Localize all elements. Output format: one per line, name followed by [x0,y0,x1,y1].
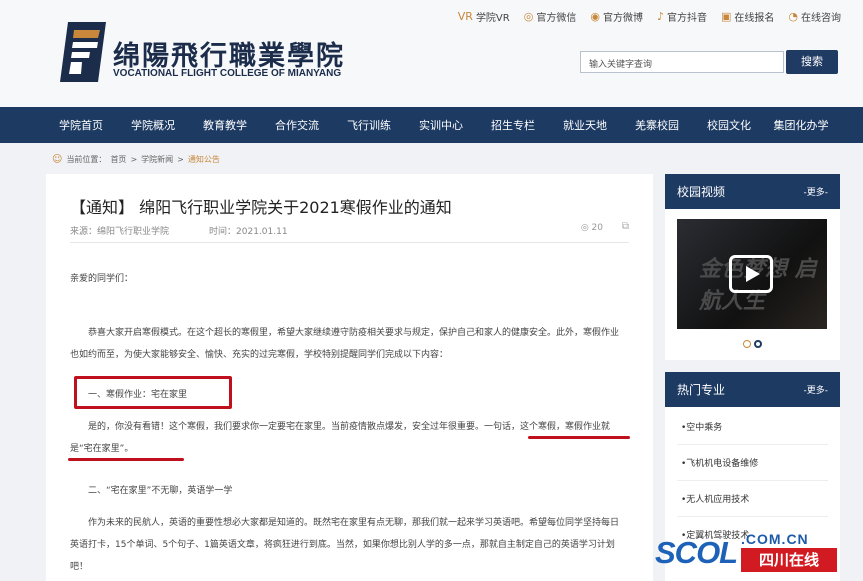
video-panel: 校园视频 -更多- 金色梦想 启航人生 [665,174,840,360]
scol-watermark: .COM.CN SCOL 四川在线 [655,530,855,575]
video-panel-title: 校园视频 [677,185,726,199]
watermark-domain: .COM.CN [741,531,809,547]
highlight-underline [528,436,630,439]
nav-item-cooperation[interactable]: 合作交流 [261,117,333,133]
watermark-site: 四川在线 [741,548,837,572]
major-item[interactable]: •飞机机电设备维修 [681,456,758,469]
nav-item-group[interactable]: 集团化办学 [765,117,837,133]
time-value: 2021.01.11 [236,227,288,237]
nav-item-employment[interactable]: 就业天地 [549,117,621,133]
nav-item-culture[interactable]: 校园文化 [693,117,765,133]
top-links: VR 学院VR ◎ 官方微信 ◉ 官方微博 ♪ 官方抖音 ▣ 在线报名 ◔ 在线咨询 [458,9,841,24]
top-link-label: 官方抖音 [666,13,707,24]
nav-item-admissions[interactable]: 招生专栏 [477,117,549,133]
top-link-consult[interactable]: ◔ 在线咨询 [788,9,841,24]
divider [677,444,828,445]
section-heading-2: 二、“宅在家里”不无聊，英语学一学 [88,486,233,496]
greeting: 亲爱的同学们： [70,274,134,284]
majors-more-link[interactable]: -更多- [804,383,829,396]
college-logo-icon[interactable] [60,22,106,82]
main-nav: 学院首页 学院概况 教育教学 合作交流 飞行训练 实训中心 招生专栏 就业天地 … [0,107,863,143]
highlight-underline [68,458,184,461]
register-icon: ▣ [720,10,732,23]
video-thumbnail[interactable]: 金色梦想 启航人生 [677,219,827,329]
nav-item-home[interactable]: 学院首页 [45,117,117,133]
carousel-dot[interactable] [743,340,751,348]
divider [70,242,629,243]
top-link-wechat[interactable]: ◎ 官方微信 [524,9,577,24]
top-link-vr[interactable]: VR 学院VR [458,9,510,24]
divider [677,516,828,517]
video-more-link[interactable]: -更多- [804,185,829,198]
nav-item-flight-training[interactable]: 飞行训练 [333,117,405,133]
consult-icon: ◔ [788,10,798,23]
major-item[interactable]: •无人机应用技术 [681,492,749,505]
top-link-label: 官方微信 [536,13,577,24]
paragraph-3: 作为未来的民航人，英语的重要性想必大家都是知道的。既然宅在家里有点无聊，那我们就… [70,518,620,572]
vr-icon: VR [457,10,473,23]
top-link-label: 在线咨询 [801,13,841,24]
carousel-dot-active[interactable] [754,340,762,348]
nav-item-campus[interactable]: 羌寨校园 [621,117,693,133]
time-label: 时间： [209,227,237,237]
douyin-icon: ♪ [656,10,664,23]
nav-item-training-center[interactable]: 实训中心 [405,117,477,133]
major-item[interactable]: •空中乘务 [681,420,722,433]
wechat-icon: ◎ [523,10,534,23]
play-icon[interactable] [729,255,773,293]
breadcrumb-news[interactable]: 学院新闻 [141,154,173,165]
nav-item-teaching[interactable]: 教育教学 [189,117,261,133]
college-name-en: VOCATIONAL FLIGHT COLLEGE OF MIANYANG [113,68,342,79]
breadcrumb-current[interactable]: 通知公告 [188,154,220,165]
majors-panel-header: 热门专业 -更多- [665,372,840,407]
paragraph-1: 恭喜大家开启寒假模式。在这个超长的寒假里，希望大家继续遵守防疫相关要求与规定，保… [70,328,620,360]
breadcrumb-prefix: 当前位置： [66,155,107,164]
top-link-weibo[interactable]: ◉ 官方微博 [590,9,643,24]
source-label: 来源： [70,227,98,237]
top-link-douyin[interactable]: ♪ 官方抖音 [657,9,707,24]
view-count: ◎ 20 [581,223,603,233]
search-button[interactable]: 搜索 [786,50,838,74]
nav-item-overview[interactable]: 学院概况 [117,117,189,133]
source-value: 绵阳飞行职业学院 [97,227,170,237]
top-link-label: 官方微博 [602,13,643,24]
user-icon: ☺ [52,154,63,165]
weibo-icon: ◉ [590,10,600,23]
article-panel: 【通知】 绵阳飞行职业学院关于2021寒假作业的通知 来源：绵阳飞行职业学院 时间… [46,174,653,581]
view-count-value: 20 [591,223,603,233]
section-heading-1: 一、寒假作业：宅在家里 [88,390,188,400]
divider [677,480,828,481]
breadcrumb-home[interactable]: 首页 [110,154,126,165]
search-input[interactable]: 输入关键字查询 [580,51,784,73]
watermark-brand: SCOL [655,535,738,570]
eye-icon: ◎ [580,223,589,233]
share-icon[interactable]: ⧉ [622,221,629,232]
top-link-register[interactable]: ▣ 在线报名 [721,9,774,24]
video-panel-header: 校园视频 -更多- [665,174,840,209]
majors-panel-title: 热门专业 [677,383,726,397]
top-link-label: 学院VR [475,13,510,24]
breadcrumb-separator: > [177,155,184,164]
top-link-label: 在线报名 [734,13,775,24]
article-title: 【通知】 绵阳飞行职业学院关于2021寒假作业的通知 [70,198,452,217]
breadcrumb-separator: > [130,155,138,164]
carousel-dots [743,340,762,348]
breadcrumb: ☺ 当前位置： 首页 > 学院新闻 > 通知公告 [52,154,220,165]
article-meta: 来源：绵阳飞行职业学院 时间：2021.01.11 [70,224,288,237]
